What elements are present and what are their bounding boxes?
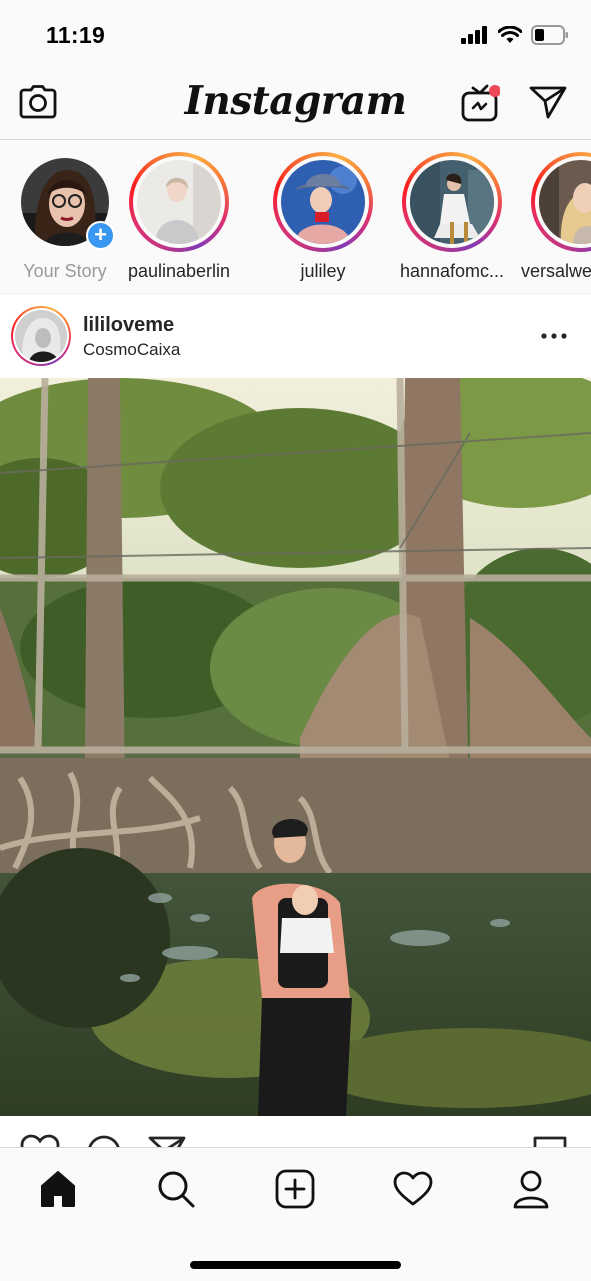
story-julileey[interactable]: juliley bbox=[263, 152, 383, 282]
story-avatar bbox=[410, 160, 494, 244]
direct-message-icon bbox=[529, 84, 567, 125]
more-options-button[interactable] bbox=[539, 324, 569, 348]
tab-profile[interactable] bbox=[501, 1166, 561, 1216]
story-label: hannafomc... bbox=[399, 261, 505, 281]
story-avatar bbox=[137, 160, 221, 244]
story-hannafomc[interactable]: hannafomc... bbox=[392, 152, 512, 282]
battery-icon bbox=[531, 25, 569, 50]
tab-bar bbox=[0, 1147, 591, 1281]
search-icon bbox=[156, 1169, 196, 1214]
top-navigation: Instagram bbox=[0, 70, 591, 140]
post-location[interactable]: CosmoCaixa bbox=[83, 340, 180, 360]
post-actions bbox=[0, 1116, 591, 1148]
status-time: 11:19 bbox=[46, 22, 106, 48]
stories-tray: + Your Story paulinaberlin juliley hanna… bbox=[0, 140, 591, 294]
story-your-story[interactable]: + Your Story bbox=[5, 152, 125, 282]
igtv-icon bbox=[460, 82, 501, 127]
like-icon[interactable] bbox=[20, 1134, 60, 1148]
post-author-avatar[interactable] bbox=[11, 306, 71, 366]
igtv-button[interactable] bbox=[458, 82, 502, 126]
new-post-icon bbox=[275, 1169, 315, 1214]
comment-icon[interactable] bbox=[86, 1134, 122, 1148]
status-icons bbox=[461, 25, 569, 50]
more-options-icon bbox=[539, 333, 569, 352]
story-avatar bbox=[539, 160, 591, 244]
tab-new-post[interactable] bbox=[265, 1166, 325, 1216]
home-icon bbox=[38, 1170, 78, 1213]
avatar bbox=[15, 310, 67, 362]
story-label: paulinaberlin bbox=[127, 261, 231, 281]
profile-icon bbox=[511, 1169, 551, 1214]
tab-search[interactable] bbox=[146, 1166, 206, 1216]
story-avatar bbox=[281, 160, 365, 244]
story-versalwe[interactable]: versalwe bbox=[521, 152, 591, 282]
instagram-logo: Instagram bbox=[184, 78, 407, 124]
post-username[interactable]: lililoveme bbox=[83, 314, 174, 337]
add-story-icon[interactable]: + bbox=[86, 221, 115, 250]
story-label: Your Story bbox=[23, 261, 107, 281]
story-label: juliley bbox=[300, 261, 346, 281]
post-photo-image bbox=[0, 378, 591, 1116]
tab-home[interactable] bbox=[28, 1166, 88, 1216]
post-photo[interactable] bbox=[0, 378, 591, 1116]
wifi-icon bbox=[497, 25, 523, 49]
post-header: lililoveme CosmoCaixa bbox=[0, 294, 591, 378]
tab-activity[interactable] bbox=[383, 1166, 443, 1216]
status-bar: 11:19 bbox=[0, 0, 591, 70]
direct-messages-button[interactable] bbox=[526, 82, 570, 126]
notification-dot bbox=[489, 84, 501, 97]
activity-heart-icon bbox=[393, 1171, 433, 1212]
home-indicator[interactable] bbox=[190, 1261, 401, 1269]
signal-icon bbox=[461, 26, 489, 49]
story-paulinaberlin[interactable]: paulinaberlin bbox=[119, 152, 239, 282]
story-label: versalwe bbox=[521, 261, 591, 281]
